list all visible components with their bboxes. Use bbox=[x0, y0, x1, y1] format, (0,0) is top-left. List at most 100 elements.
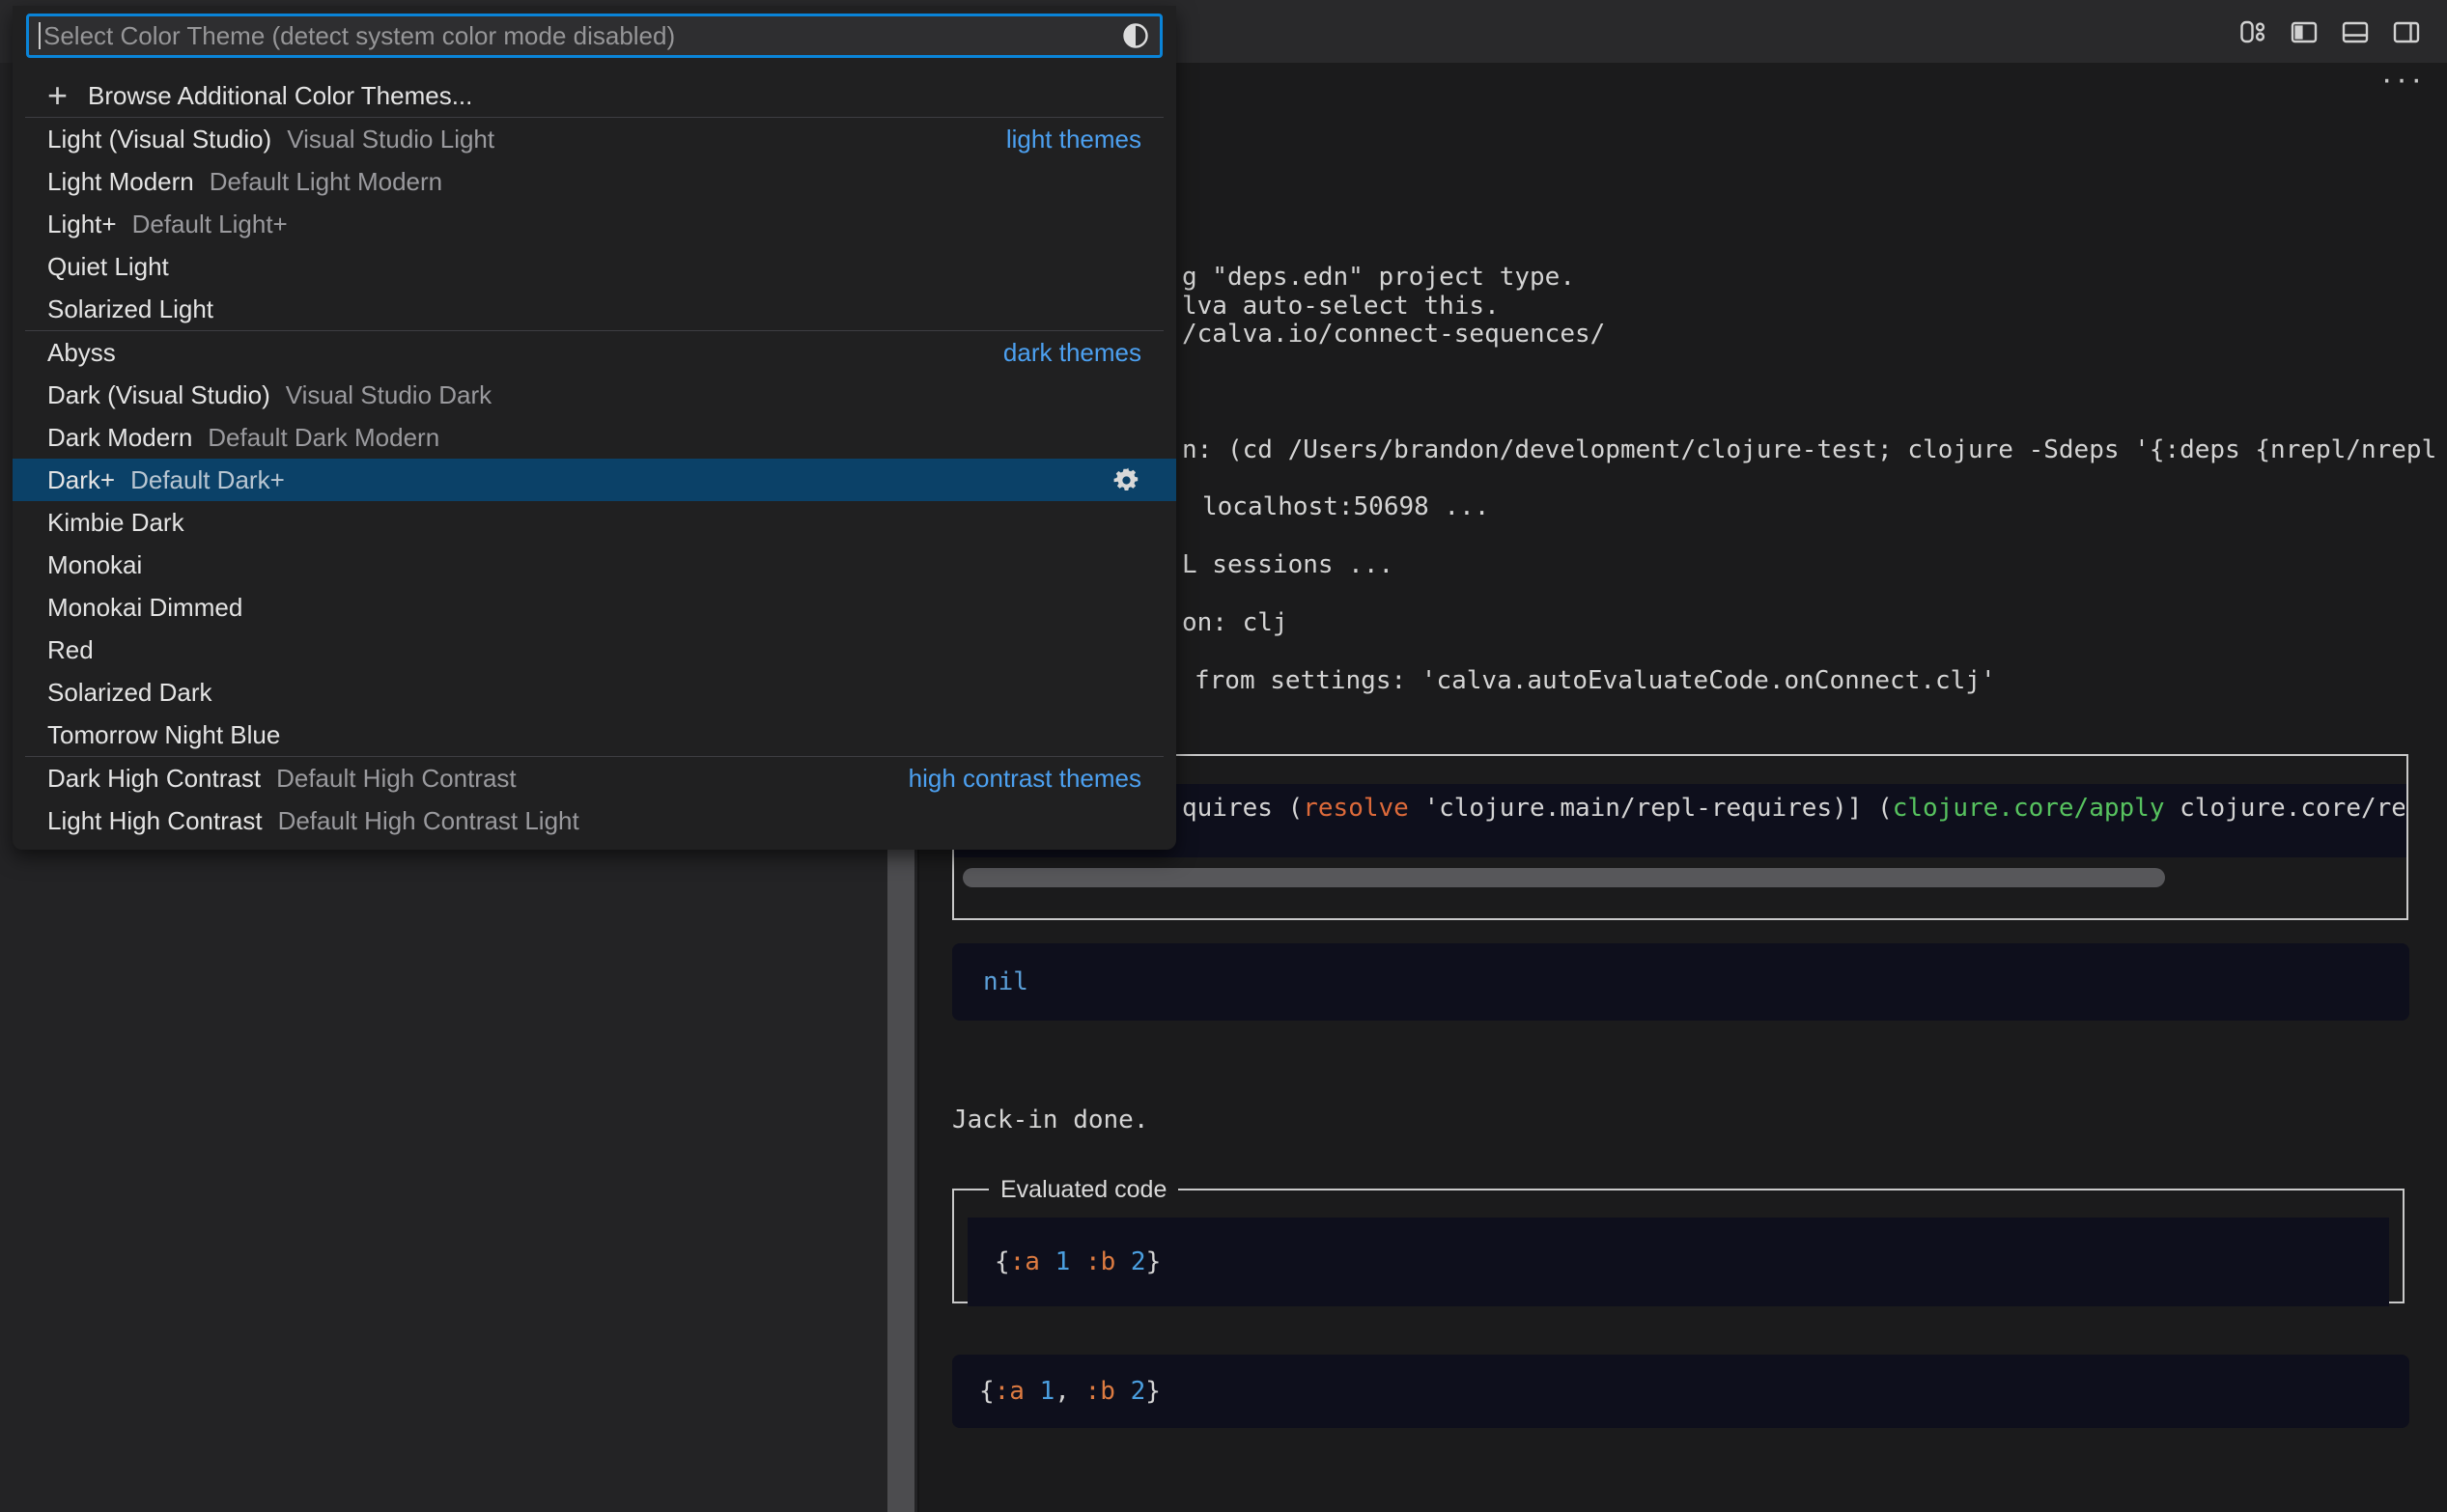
code-token: } bbox=[1146, 1247, 1162, 1276]
theme-list-item[interactable]: Dark+ Default Dark+ bbox=[13, 459, 1176, 501]
theme-label: Monokai Dimmed bbox=[47, 593, 242, 623]
code-token bbox=[1025, 1377, 1040, 1406]
code-token: :a bbox=[1010, 1247, 1040, 1276]
theme-label: Kimbie Dark bbox=[47, 508, 184, 538]
theme-list-item[interactable]: Dark Modern Default Dark Modern bbox=[13, 416, 1176, 459]
color-theme-quick-pick: Select Color Theme (detect system color … bbox=[13, 6, 1176, 850]
code-token: :b bbox=[1085, 1247, 1115, 1276]
browse-additional-themes-item[interactable]: + Browse Additional Color Themes... bbox=[13, 74, 1176, 117]
theme-list-item[interactable]: Tomorrow Night Blue bbox=[13, 714, 1176, 756]
repl-requires-code-line: quires (resolve 'clojure.main/repl-requi… bbox=[1182, 794, 2405, 823]
repl-output-line: on: clj bbox=[1182, 608, 1288, 637]
code-token: { bbox=[979, 1377, 995, 1406]
theme-label: Light+ bbox=[47, 210, 117, 239]
evaluated-code-fieldset: Evaluated code {:a 1 :b 2} bbox=[952, 1175, 2405, 1303]
theme-description: Default High Contrast bbox=[276, 764, 517, 794]
code-token: clojure.core/apply bbox=[1893, 794, 2165, 823]
theme-list-item[interactable]: Abyss dark themes bbox=[13, 331, 1176, 374]
theme-label: Monokai bbox=[47, 550, 142, 580]
theme-label: Solarized Dark bbox=[47, 678, 212, 708]
text-cursor bbox=[39, 22, 41, 49]
theme-description: Visual Studio Light bbox=[287, 125, 494, 154]
theme-label: Abyss bbox=[47, 338, 116, 368]
theme-label: Light (Visual Studio) bbox=[47, 125, 271, 154]
repl-output-line: L sessions ... bbox=[1182, 550, 1393, 579]
theme-list-item[interactable]: Light Modern Default Light Modern bbox=[13, 160, 1176, 203]
theme-list-item[interactable]: Light (Visual Studio) Visual Studio Ligh… bbox=[13, 118, 1176, 160]
theme-list-item[interactable]: Quiet Light bbox=[13, 245, 1176, 288]
color-mode-icon[interactable] bbox=[1121, 21, 1150, 50]
code-token: { bbox=[995, 1247, 1010, 1276]
toggle-primary-sidebar-icon[interactable] bbox=[2289, 16, 2320, 47]
theme-group-badge: high contrast themes bbox=[909, 764, 1141, 794]
gear-icon[interactable] bbox=[1111, 465, 1141, 495]
theme-label: Dark+ bbox=[47, 465, 115, 495]
theme-list-item[interactable]: Red bbox=[13, 629, 1176, 671]
code-token: , bbox=[1055, 1377, 1084, 1406]
code-token: clojure.core/req bbox=[2164, 794, 2405, 823]
code-token: 'clojure.main/repl-requires)] ( bbox=[1409, 794, 1893, 823]
customize-layout-icon[interactable] bbox=[2237, 16, 2268, 47]
theme-group-badge: dark themes bbox=[1003, 338, 1141, 368]
more-actions-button[interactable]: ··· bbox=[2381, 65, 2426, 94]
theme-description: Visual Studio Dark bbox=[286, 380, 492, 410]
theme-description: Default High Contrast Light bbox=[278, 806, 579, 836]
code-token: quires ( bbox=[1182, 794, 1303, 823]
code-token: 1 bbox=[1055, 1247, 1071, 1276]
code-token: resolve bbox=[1303, 794, 1409, 823]
theme-description: Default Dark Modern bbox=[208, 423, 439, 453]
theme-label: Dark High Contrast bbox=[47, 764, 261, 794]
repl-output-line: from settings: 'calva.autoEvaluateCode.o… bbox=[1195, 666, 1996, 695]
theme-description: Default Light+ bbox=[132, 210, 288, 239]
code-token bbox=[1115, 1377, 1131, 1406]
theme-list: + Browse Additional Color Themes... Ligh… bbox=[13, 74, 1176, 842]
code-token: 2 bbox=[1131, 1247, 1146, 1276]
repl-output-line: /calva.io/connect-sequences/ bbox=[1182, 320, 1605, 349]
theme-label: Tomorrow Night Blue bbox=[47, 720, 280, 750]
evaluated-code-value: {:a 1 :b 2} bbox=[968, 1218, 2389, 1306]
theme-list-item[interactable]: Light High Contrast Default High Contras… bbox=[13, 799, 1176, 842]
repl-output-line: n: (cd /Users/brandon/development/clojur… bbox=[1182, 435, 2447, 464]
theme-list-item[interactable]: Light+ Default Light+ bbox=[13, 203, 1176, 245]
evaluated-code-legend: Evaluated code bbox=[989, 1175, 1178, 1204]
toggle-secondary-sidebar-icon[interactable] bbox=[2391, 16, 2422, 47]
theme-description: Default Light Modern bbox=[210, 167, 442, 197]
theme-list-item[interactable]: Solarized Dark bbox=[13, 671, 1176, 714]
repl-output-line: lva auto-select this. bbox=[1182, 292, 1500, 321]
code-token: :a bbox=[995, 1377, 1025, 1406]
theme-list-item[interactable]: Monokai bbox=[13, 544, 1176, 586]
theme-list-item[interactable]: Dark High Contrast Default High Contrast… bbox=[13, 757, 1176, 799]
theme-list-item[interactable]: Solarized Light bbox=[13, 288, 1176, 330]
theme-label: Dark (Visual Studio) bbox=[47, 380, 270, 410]
repl-output-line: g "deps.edn" project type. bbox=[1182, 263, 1575, 292]
repl-output-line: localhost:50698 ... bbox=[1202, 492, 1489, 521]
evaluated-result-box: {:a 1, :b 2} bbox=[952, 1355, 2409, 1428]
nil-result-box: nil bbox=[952, 943, 2409, 1021]
code-token: :b bbox=[1085, 1377, 1115, 1406]
code-token bbox=[1070, 1247, 1085, 1276]
theme-list-item[interactable]: Dark (Visual Studio) Visual Studio Dark bbox=[13, 374, 1176, 416]
code-box-horizontal-scrollbar[interactable] bbox=[963, 868, 2165, 887]
nil-result-text: nil bbox=[983, 967, 1028, 996]
code-token: } bbox=[1145, 1377, 1161, 1406]
theme-label: Red bbox=[47, 635, 94, 665]
quick-pick-placeholder: Select Color Theme (detect system color … bbox=[43, 21, 1121, 51]
theme-group-badge: light themes bbox=[1006, 125, 1141, 154]
theme-label: Dark Modern bbox=[47, 423, 192, 453]
theme-label: Light Modern bbox=[47, 167, 194, 197]
theme-list-item[interactable]: Kimbie Dark bbox=[13, 501, 1176, 544]
quick-pick-input[interactable]: Select Color Theme (detect system color … bbox=[26, 14, 1163, 58]
toggle-panel-icon[interactable] bbox=[2340, 16, 2371, 47]
theme-list-item[interactable]: Monokai Dimmed bbox=[13, 586, 1176, 629]
code-token: 1 bbox=[1040, 1377, 1055, 1406]
add-icon: + bbox=[47, 78, 88, 113]
layout-controls bbox=[2237, 16, 2447, 47]
theme-description: Default Dark+ bbox=[130, 465, 285, 495]
theme-label: Solarized Light bbox=[47, 294, 213, 324]
code-token bbox=[1040, 1247, 1055, 1276]
code-token bbox=[1115, 1247, 1131, 1276]
jack-in-done-text: Jack-in done. bbox=[952, 1106, 1149, 1134]
theme-label: Light High Contrast bbox=[47, 806, 263, 836]
code-token: 2 bbox=[1131, 1377, 1146, 1406]
browse-additional-themes-label: Browse Additional Color Themes... bbox=[88, 81, 472, 111]
